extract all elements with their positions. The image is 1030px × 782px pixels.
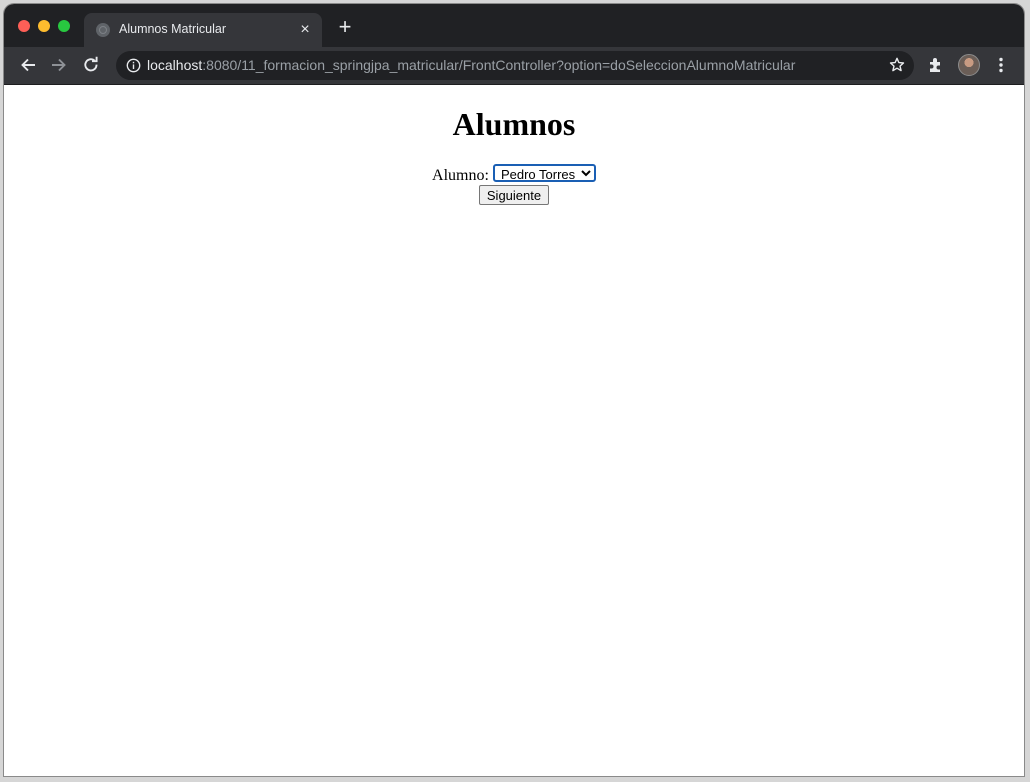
forward-icon[interactable] [47, 53, 71, 77]
alumno-select[interactable]: Pedro Torres [492, 164, 596, 182]
globe-icon [96, 23, 110, 37]
page-content: Alumnos Alumno: Pedro Torres Siguiente [4, 85, 1024, 776]
profile-avatar[interactable] [958, 54, 980, 76]
minimize-window-button[interactable] [38, 20, 50, 32]
address-bar[interactable]: localhost:8080/11_formacion_springjpa_ma… [116, 51, 914, 80]
menu-icon[interactable] [989, 53, 1013, 77]
page-title: Alumnos [452, 106, 576, 142]
close-window-button[interactable] [18, 20, 30, 32]
alumno-label: Alumno: [432, 167, 489, 184]
extensions-icon[interactable] [924, 53, 948, 77]
browser-window: Alumnos Matricular × + localhost:8080/11… [4, 4, 1024, 776]
back-icon[interactable] [16, 53, 40, 77]
zoom-window-button[interactable] [58, 20, 70, 32]
submit-row: Siguiente [4, 185, 1024, 205]
reload-icon[interactable] [79, 53, 103, 77]
url-text[interactable]: localhost:8080/11_formacion_springjpa_ma… [147, 57, 795, 73]
tab-close-icon[interactable]: × [296, 21, 314, 39]
tab-title: Alumnos Matricular [119, 22, 226, 36]
tab-strip: Alumnos Matricular × + [4, 4, 1024, 47]
info-icon[interactable] [126, 58, 141, 73]
star-icon[interactable] [888, 56, 906, 74]
url-path: :8080/11_formacion_springjpa_matricular/… [202, 57, 796, 73]
siguiente-button[interactable]: Siguiente [478, 185, 550, 205]
tab-alumnos-matricular[interactable]: Alumnos Matricular × [84, 13, 322, 47]
new-tab-button[interactable]: + [334, 16, 356, 38]
browser-toolbar: localhost:8080/11_formacion_springjpa_ma… [4, 47, 1024, 85]
url-host: localhost [147, 57, 203, 73]
alumno-form-row: Alumno: Pedro Torres [4, 164, 1024, 185]
